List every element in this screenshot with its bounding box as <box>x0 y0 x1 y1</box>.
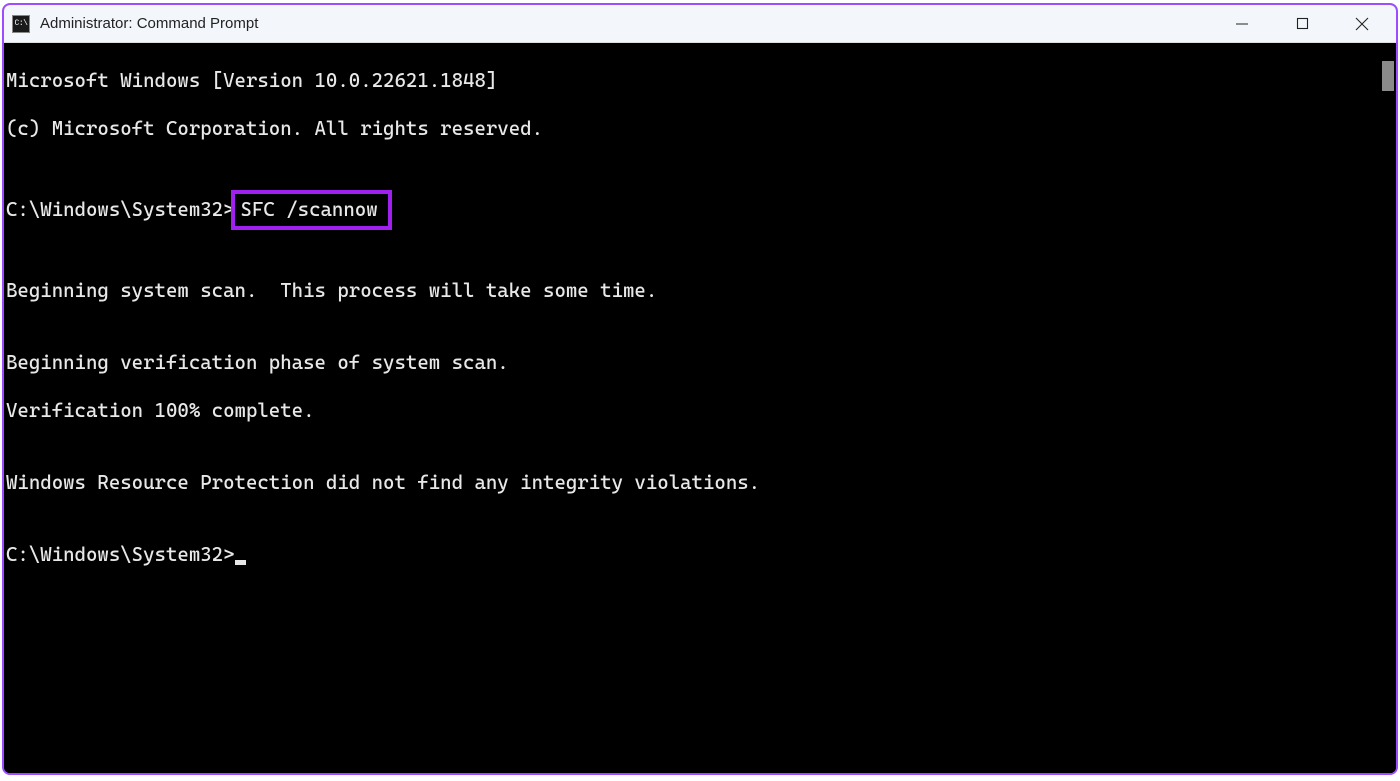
cmd-icon-label: C:\ <box>15 19 28 28</box>
window-title: Administrator: Command Prompt <box>40 15 1212 32</box>
entered-command: SFC /scannow <box>241 198 378 221</box>
terminal-body[interactable]: Microsoft Windows [Version 10.0.22621.18… <box>4 43 1396 773</box>
text-cursor <box>235 560 246 565</box>
maximize-button[interactable] <box>1272 7 1332 41</box>
command-highlight-box: SFC /scannow <box>231 190 392 230</box>
command-prompt-window: C:\ Administrator: Command Prompt <box>2 3 1398 775</box>
cmd-app-icon: C:\ <box>12 15 30 33</box>
prompt-path: C:\Windows\System32> <box>6 543 235 566</box>
prompt-path: C:\Windows\System32> <box>6 198 235 222</box>
close-button[interactable] <box>1332 7 1392 41</box>
output-line-verify-complete: Verification 100% complete. <box>6 399 1380 423</box>
output-line-copyright: (c) Microsoft Corporation. All rights re… <box>6 117 1380 141</box>
minimize-button[interactable] <box>1212 7 1272 41</box>
output-line-begin-verify: Beginning verification phase of system s… <box>6 351 1380 375</box>
window-controls <box>1212 7 1392 41</box>
output-line-begin-scan: Beginning system scan. This process will… <box>6 279 1380 303</box>
maximize-icon <box>1296 17 1309 30</box>
output-line-result: Windows Resource Protection did not find… <box>6 471 1380 495</box>
prompt-line-1: C:\Windows\System32> SFC /scannow <box>6 189 1380 231</box>
minimize-icon <box>1235 17 1249 31</box>
scrollbar-thumb[interactable] <box>1382 61 1394 91</box>
output-line-version: Microsoft Windows [Version 10.0.22621.18… <box>6 69 1380 93</box>
prompt-line-2: C:\Windows\System32> <box>6 543 1380 567</box>
terminal-output[interactable]: Microsoft Windows [Version 10.0.22621.18… <box>4 43 1380 773</box>
close-icon <box>1355 17 1369 31</box>
titlebar[interactable]: C:\ Administrator: Command Prompt <box>4 5 1396 43</box>
scrollbar-track[interactable] <box>1380 43 1396 773</box>
